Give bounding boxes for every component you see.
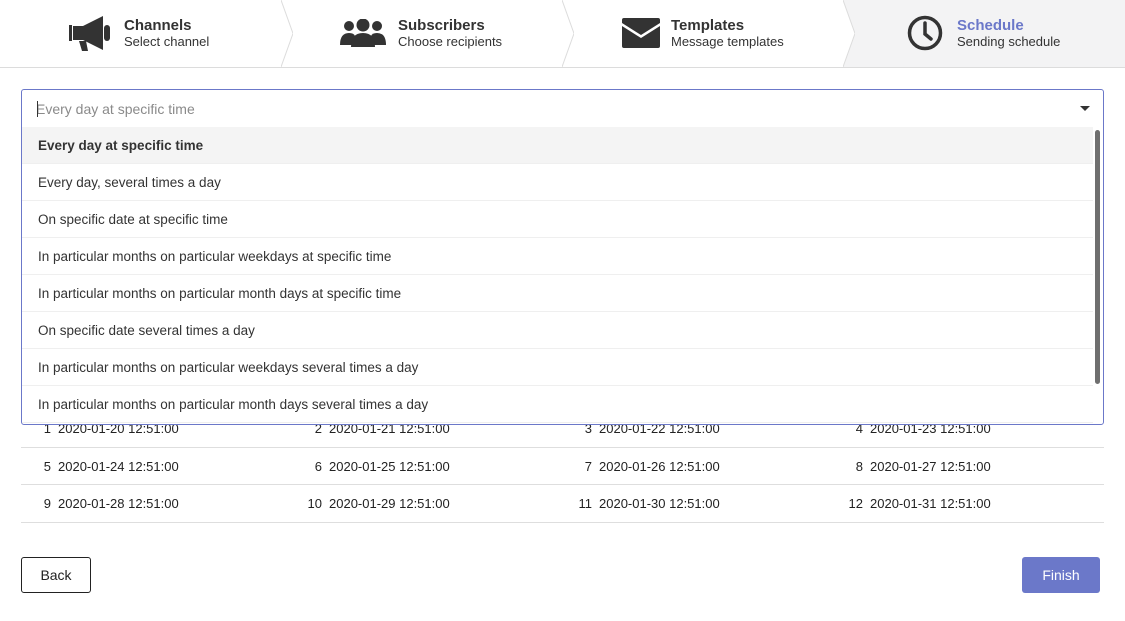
send-datetime: 2020-01-31 12:51:00 xyxy=(870,496,991,511)
table-row: 9 2020-01-28 12:51:00 10 2020-01-29 12:51:0… xyxy=(21,485,1104,523)
users-icon xyxy=(340,18,386,52)
row-number: 10 xyxy=(307,496,322,511)
send-datetime: 2020-01-25 12:51:00 xyxy=(329,458,450,474)
table-cell: 6 2020-01-25 12:51:00 xyxy=(292,448,450,485)
select-option[interactable]: In particular months on particular month… xyxy=(22,275,1093,312)
step-title: Channels xyxy=(124,17,192,34)
row-number: 5 xyxy=(43,458,51,474)
table-cell: 7 2020-01-26 12:51:00 xyxy=(562,448,720,485)
step-subtitle: Choose recipients xyxy=(398,34,503,49)
send-datetime: 2020-01-29 12:51:00 xyxy=(329,496,450,511)
select-option[interactable]: In particular months on particular weekd… xyxy=(22,349,1093,386)
row-number: 11 xyxy=(578,496,593,511)
send-datetime: 2020-01-30 12:51:00 xyxy=(599,496,720,511)
step-separator xyxy=(843,0,855,67)
envelope-icon xyxy=(622,18,660,53)
table-cell: 9 2020-01-28 12:51:00 xyxy=(21,485,179,522)
schedule-type-input[interactable] xyxy=(36,99,1036,119)
options-scrollbar[interactable] xyxy=(1095,130,1100,384)
step-subtitle: Sending schedule xyxy=(957,34,1061,49)
back-button[interactable]: Back xyxy=(21,557,91,593)
schedule-preview-table: 1 2020-01-20 12:51:00 2 2020-01-21 12:51:00… xyxy=(21,410,1104,523)
select-control[interactable] xyxy=(22,90,1103,127)
select-options-list: Every day at specific time Every day, sev… xyxy=(22,127,1093,423)
select-option[interactable]: Every day, several times a day xyxy=(22,164,1093,201)
table-cell: 5 2020-01-24 12:51:00 xyxy=(21,448,179,485)
send-datetime: 2020-01-28 12:51:00 xyxy=(58,496,179,511)
table-cell: 12 2020-01-31 12:51:00 xyxy=(833,485,991,522)
row-number: 8 xyxy=(855,458,863,474)
step-title: Subscribers xyxy=(398,17,485,34)
step-title: Templates xyxy=(671,17,745,34)
chevron-down-icon[interactable] xyxy=(1080,106,1090,111)
finish-button[interactable]: Finish xyxy=(1022,557,1100,593)
row-number: 6 xyxy=(314,458,322,474)
row-number: 9 xyxy=(43,496,51,511)
table-cell: 8 2020-01-27 12:51:00 xyxy=(833,448,991,485)
table-cell: 11 2020-01-30 12:51:00 xyxy=(562,485,720,522)
select-option[interactable]: Every day at specific time xyxy=(22,127,1093,164)
row-number: 12 xyxy=(848,496,863,511)
select-option[interactable]: In particular months on particular weekd… xyxy=(22,238,1093,275)
send-datetime: 2020-01-24 12:51:00 xyxy=(58,458,179,474)
step-title: Schedule xyxy=(957,17,1024,34)
step-subscribers[interactable]: Subscribers Choose recipients xyxy=(281,0,574,67)
select-option[interactable]: On specific date several times a day xyxy=(22,312,1093,349)
table-cell: 10 2020-01-29 12:51:00 xyxy=(292,485,450,522)
step-subtitle: Select channel xyxy=(124,34,210,49)
row-number: 7 xyxy=(584,458,592,474)
clock-icon xyxy=(907,15,943,56)
schedule-type-select[interactable]: Every day at specific timeEvery day, sev… xyxy=(21,89,1104,425)
step-separator xyxy=(562,0,574,67)
step-subtitle: Message templates xyxy=(671,34,784,49)
select-option[interactable]: On specific date at specific time xyxy=(22,201,1093,238)
send-datetime: 2020-01-27 12:51:00 xyxy=(870,458,991,474)
send-datetime: 2020-01-26 12:51:00 xyxy=(599,458,720,474)
step-templates[interactable]: Templates Message templates xyxy=(562,0,855,67)
step-separator xyxy=(281,0,293,67)
wizard-steps: Channels Select channel Subscribers Choo… xyxy=(0,0,1125,68)
megaphone-icon xyxy=(69,15,111,56)
step-channels[interactable]: Channels Select channel xyxy=(0,0,293,67)
table-row: 5 2020-01-24 12:51:00 6 2020-01-25 12:51:00… xyxy=(21,448,1104,485)
select-option[interactable]: In particular months on particular month… xyxy=(22,386,1093,423)
text-cursor xyxy=(37,101,38,117)
step-schedule[interactable]: Schedule Sending schedule xyxy=(843,0,1125,67)
